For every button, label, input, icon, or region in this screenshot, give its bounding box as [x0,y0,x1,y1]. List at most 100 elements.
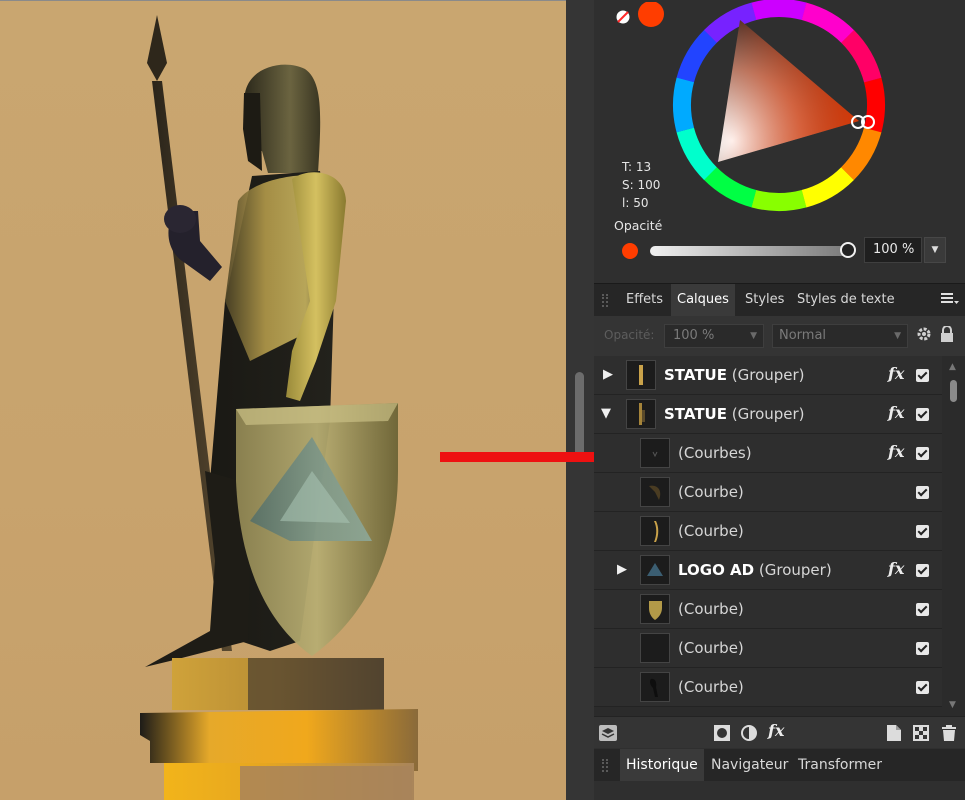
visibility-checkbox[interactable] [916,447,929,460]
layer-label: LOGO AD (Grouper) [678,561,832,579]
layer-row-courbe[interactable]: (Courbe) [594,590,942,629]
app-window: T: 13 S: 100 l: 50 Opacité 100 % ▼ Effet… [0,0,965,800]
bottom-studio-tabs: Historique Navigateur Transformer [594,749,965,781]
layer-thumbnail [640,477,670,507]
new-pixel-layer-icon[interactable] [912,724,930,742]
layers-scrollbar[interactable]: ▲ ▼ [942,356,965,716]
new-layer-icon[interactable] [886,724,902,742]
fx-icon[interactable]: fx [888,403,904,422]
blend-mode-select[interactable]: Normal ▼ [772,324,908,348]
document-canvas[interactable] [0,0,566,800]
saturation-readout: S: 100 [622,178,661,192]
layer-thumbnail [626,360,656,390]
layer-row-statue-1[interactable]: ▶ STATUE (Grouper) fx [594,356,942,395]
layer-row-courbes[interactable]: (Courbes) fx [594,434,942,473]
layer-row-courbe[interactable]: (Courbe) [594,512,942,551]
layer-name: STATUE [664,405,727,423]
color-swatches[interactable] [614,2,674,32]
layer-label: STATUE (Grouper) [664,366,805,384]
trash-icon[interactable] [941,724,957,742]
layer-thumbnail [640,516,670,546]
layer-thumbnail [640,672,670,702]
visibility-checkbox[interactable] [916,408,929,421]
mask-icon[interactable] [713,724,731,742]
canvas-vertical-scrollbar[interactable] [566,0,594,800]
layers-scroll-thumb[interactable] [950,380,957,402]
layer-type: (Courbes) [678,444,752,462]
layer-row-courbe[interactable]: (Courbe) [594,629,942,668]
adjustment-icon[interactable] [740,724,758,742]
visibility-checkbox[interactable] [916,369,929,382]
layer-name: LOGO AD [678,561,755,579]
layer-thumbnail [640,594,670,624]
layer-label: STATUE (Grouper) [664,405,805,423]
fx-icon[interactable]: fx [888,559,904,578]
fx-icon[interactable]: fx [768,721,784,740]
opacity-slider-knob[interactable] [840,242,856,258]
tab-calques[interactable]: Calques [671,284,735,317]
layer-opacity-field[interactable]: 100 % ▼ [664,324,764,348]
lightness-readout: l: 50 [622,196,649,210]
layer-opacity-value: 100 % [673,328,715,343]
opacity-value-field[interactable]: 100 % [864,237,922,263]
layer-row-logo-ad[interactable]: ▶ LOGO AD (Grouper) fx [594,551,942,590]
layer-label: (Courbe) [678,483,744,501]
layer-name: STATUE [664,366,727,384]
layer-type: (Courbe) [678,522,744,540]
tab-styles[interactable]: Styles [739,284,790,317]
chevron-down-icon: ▼ [750,331,757,341]
layer-type: (Grouper) [731,366,805,384]
panel-grip-icon[interactable] [602,294,608,307]
opacity-slider[interactable] [650,246,848,256]
visibility-checkbox[interactable] [916,564,929,577]
gear-icon[interactable] [916,326,932,342]
visibility-checkbox[interactable] [916,681,929,694]
layer-type: (Grouper) [758,561,832,579]
hue-readout: T: 13 [622,160,652,174]
layer-row-courbe[interactable]: (Courbe) [594,668,942,707]
layer-label: (Courbe) [678,600,744,618]
layer-thumbnail [640,555,670,585]
tab-styles-de-texte[interactable]: Styles de texte [791,284,901,317]
panel-grip-icon[interactable] [602,759,608,772]
fx-icon[interactable]: fx [888,442,904,461]
visibility-checkbox[interactable] [916,603,929,616]
layer-row-courbe[interactable]: (Courbe) [594,473,942,512]
studio-tabs: Effets Calques Styles Styles de texte [594,283,965,317]
expand-arrow-icon[interactable]: ▶ [603,367,613,382]
opacity-label: Opacité [614,218,663,233]
layer-label: (Courbes) [678,444,752,462]
layer-row-statue-2[interactable]: ▼ STATUE (Grouper) fx [594,395,942,434]
chevron-down-icon: ▼ [894,331,901,341]
layer-thumbnail [626,399,656,429]
layers-bottom-toolbar: fx [594,716,965,748]
layer-label: (Courbe) [678,522,744,540]
primary-color-swatch [638,2,664,27]
opacity-color-swatch[interactable] [622,243,638,259]
collapse-arrow-icon[interactable]: ▼ [601,406,611,421]
panel-footer [594,781,965,800]
visibility-checkbox[interactable] [916,486,929,499]
lock-icon[interactable] [940,326,954,342]
tab-transformer[interactable]: Transformer [792,749,888,781]
expand-arrow-icon[interactable]: ▶ [617,562,627,577]
tab-effets[interactable]: Effets [620,284,669,317]
opacity-dropdown-button[interactable]: ▼ [924,237,946,263]
visibility-checkbox[interactable] [916,642,929,655]
fx-icon[interactable]: fx [888,364,904,383]
layer-thumbnail [640,633,670,663]
layer-type: (Courbe) [678,639,744,657]
visibility-checkbox[interactable] [916,525,929,538]
tab-navigateur[interactable]: Navigateur [705,749,794,781]
layer-type: (Courbe) [678,483,744,501]
layer-thumbnail [640,438,670,468]
hsl-readout: T: 13 S: 100 l: 50 [622,158,660,212]
scroll-down-icon[interactable]: ▼ [949,700,956,710]
statue-artwork [140,15,418,800]
scroll-up-icon[interactable]: ▲ [949,362,956,372]
layers-stack-icon[interactable] [598,724,618,742]
layers-list: ▶ STATUE (Grouper) fx ▼ STATUE (Grouper)… [594,356,942,716]
hamburger-menu-icon[interactable] [941,292,959,306]
tab-historique[interactable]: Historique [620,749,704,781]
color-wheel[interactable] [672,0,892,220]
